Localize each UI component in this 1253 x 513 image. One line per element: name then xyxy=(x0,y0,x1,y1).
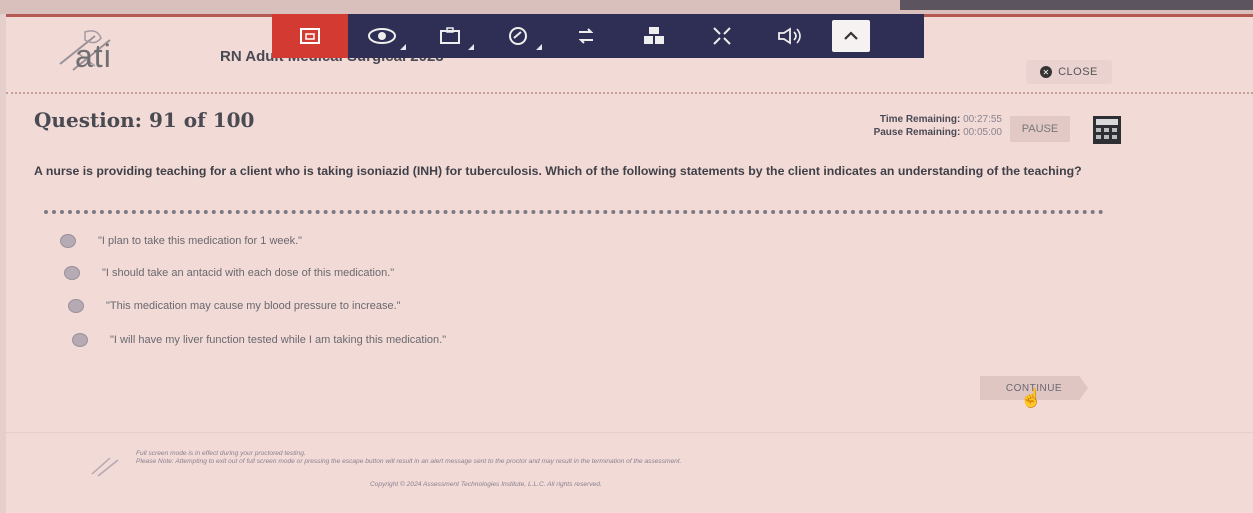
flag-icon xyxy=(300,28,320,44)
footer-notice-line1: Full screen mode is in effect during you… xyxy=(136,450,306,457)
radio-button[interactable] xyxy=(64,266,80,280)
close-label: CLOSE xyxy=(1058,66,1098,78)
answer-option[interactable]: "I should take an antacid with each dose… xyxy=(64,266,394,280)
copyright: Copyright © 2024 Assessment Technologies… xyxy=(370,481,602,488)
calculator-icon[interactable] xyxy=(1092,115,1122,145)
flag-button[interactable] xyxy=(272,14,348,58)
hand-cursor-icon: ☝ xyxy=(1020,388,1043,408)
question-number: Question: 91 of 100 xyxy=(34,108,255,132)
radio-button[interactable] xyxy=(60,234,76,248)
answer-option-text: "I will have my liver function tested wh… xyxy=(110,334,447,346)
logo-text: ati xyxy=(75,38,112,74)
exam-toolbar xyxy=(272,14,924,58)
answer-option-text: "I should take an antacid with each dose… xyxy=(102,267,395,279)
time-remaining-label: Time Remaining: xyxy=(879,114,961,125)
expand-button[interactable] xyxy=(688,14,756,58)
answer-option[interactable]: "This medication may cause my blood pres… xyxy=(68,299,401,313)
timers: Time Remaining: 00:27:55 Pause Remaining… xyxy=(800,113,1002,139)
answer-option-text: "This medication may cause my blood pres… xyxy=(106,300,401,312)
briefcase-button[interactable] xyxy=(416,14,484,58)
chevron-up-icon xyxy=(844,31,858,40)
eye-button[interactable] xyxy=(348,14,416,58)
answer-option-text: "I plan to take this medication for 1 we… xyxy=(98,235,303,247)
eye-icon xyxy=(368,28,396,44)
dropdown-triangle-icon xyxy=(400,44,406,50)
window-top-edge xyxy=(0,0,1253,14)
strikethrough-button[interactable] xyxy=(552,14,620,58)
expand-icon xyxy=(713,27,731,45)
highlighter-button[interactable] xyxy=(484,14,552,58)
footer-notice: Full screen mode is in effect during you… xyxy=(136,450,1056,466)
radio-button[interactable] xyxy=(72,333,88,347)
collapse-toolbar-button[interactable] xyxy=(832,20,870,52)
radio-button[interactable] xyxy=(68,299,84,313)
pause-button[interactable]: PAUSE xyxy=(1010,116,1070,142)
pause-remaining: Pause Remaining: 00:05:00 xyxy=(800,126,1002,139)
time-remaining-value: 00:27:55 xyxy=(963,114,1002,125)
exam-page xyxy=(6,14,1253,513)
footer-divider xyxy=(6,432,1253,433)
close-icon: ✕ xyxy=(1040,66,1053,78)
pause-remaining-value: 00:05:00 xyxy=(963,127,1002,138)
stem-divider xyxy=(44,210,1104,214)
pause-remaining-label: Pause Remaining: xyxy=(873,127,961,138)
dropdown-triangle-icon xyxy=(468,44,474,50)
briefcase-icon xyxy=(440,27,460,44)
lab-values-button[interactable] xyxy=(620,14,688,58)
close-button[interactable]: ✕ CLOSE xyxy=(1026,60,1112,84)
ati-footer-logo-icon xyxy=(91,457,119,477)
dropdown-triangle-icon xyxy=(536,44,542,50)
header-divider xyxy=(6,92,1253,94)
lab-values-icon xyxy=(644,27,664,44)
window-top-dark-strip xyxy=(900,0,1253,10)
question-stem: A nurse is providing teaching for a clie… xyxy=(34,164,1082,178)
time-remaining: Time Remaining: 00:27:55 xyxy=(800,113,1002,126)
answer-option[interactable]: "I will have my liver function tested wh… xyxy=(72,333,446,347)
highlighter-icon xyxy=(509,27,527,45)
footer-notice-line2: Please Note: Attempting to exit out of f… xyxy=(136,458,682,465)
audio-button[interactable] xyxy=(756,14,824,58)
strikethrough-icon xyxy=(578,28,594,44)
speaker-icon xyxy=(778,27,801,45)
answer-option[interactable]: "I plan to take this medication for 1 we… xyxy=(60,234,302,248)
